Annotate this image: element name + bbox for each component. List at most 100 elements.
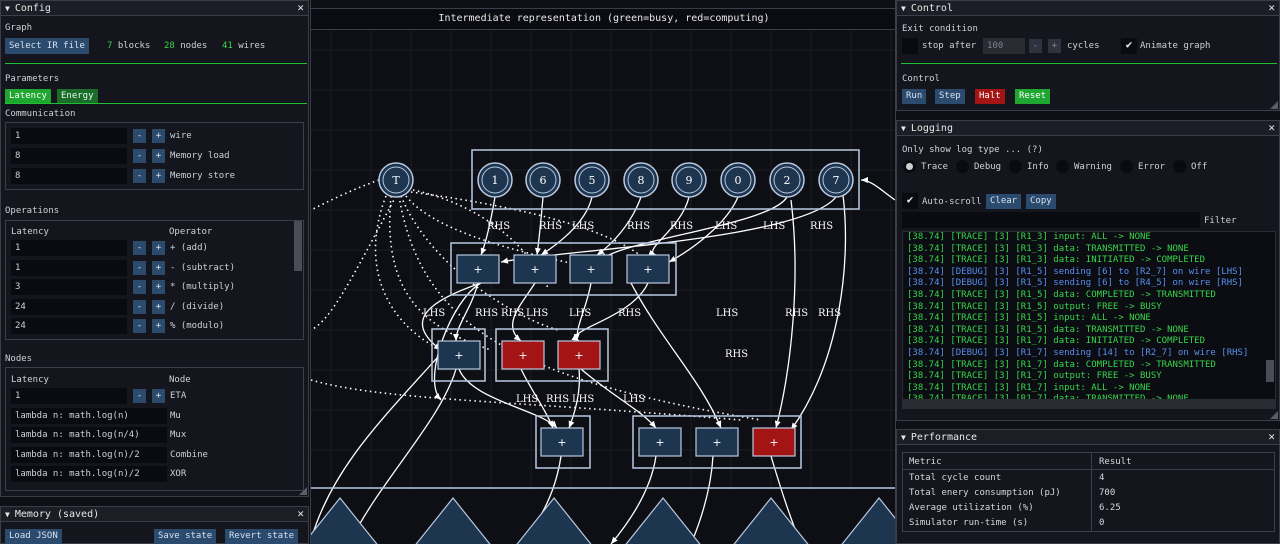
halt-button[interactable]: Halt	[975, 89, 1005, 104]
input-node-2[interactable]: 2	[769, 162, 805, 198]
logging-titlebar[interactable]: ▼ Logging ✕	[897, 121, 1279, 136]
node-latency-input[interactable]: lambda n: math.log(n/4)	[11, 427, 167, 444]
operation-latency-input[interactable]: 1	[11, 240, 127, 256]
close-icon[interactable]: ✕	[1268, 1, 1275, 14]
minus-button[interactable]: -	[133, 319, 146, 334]
filter-input[interactable]	[902, 212, 1200, 228]
operator-node-computing[interactable]: +	[557, 340, 601, 370]
operation-latency-input[interactable]: 1	[11, 259, 127, 276]
stop-after-checkbox[interactable]	[902, 38, 918, 54]
output-node[interactable]	[623, 497, 703, 544]
load-json-button[interactable]: Load JSON	[5, 529, 62, 544]
operation-latency-input[interactable]: 3	[11, 279, 127, 296]
resize-grip[interactable]	[299, 487, 307, 495]
operator-node[interactable]: +	[437, 340, 481, 370]
plus-button[interactable]: +	[152, 241, 165, 255]
collapse-triangle-icon[interactable]: ▼	[5, 510, 10, 519]
operator-node[interactable]: +	[540, 427, 584, 457]
close-icon[interactable]: ✕	[297, 1, 304, 14]
ops-scrollbar[interactable]	[294, 221, 302, 271]
log-type-radio-warning[interactable]	[1056, 160, 1069, 173]
log-type-radio-trace[interactable]	[903, 160, 916, 173]
cycles-minus-button[interactable]: -	[1029, 39, 1042, 53]
resize-grip[interactable]	[1270, 411, 1278, 419]
minus-button[interactable]: -	[133, 299, 146, 314]
operator-node[interactable]: +	[638, 427, 682, 457]
output-node[interactable]	[839, 497, 896, 544]
node-latency-input[interactable]: lambda n: math.log(n)/2	[11, 466, 167, 483]
operator-node[interactable]: +	[569, 254, 613, 284]
plus-button[interactable]: +	[152, 169, 165, 183]
plus-button[interactable]: +	[152, 280, 165, 295]
minus-button[interactable]: -	[133, 260, 146, 275]
log-type-radio-info[interactable]	[1009, 160, 1022, 173]
input-node-1[interactable]: 1	[477, 162, 513, 198]
input-node-5[interactable]: 5	[574, 162, 610, 198]
config-titlebar[interactable]: ▼ Config ✕	[1, 1, 308, 16]
input-node-6[interactable]: 6	[525, 162, 561, 198]
animate-graph-checkbox[interactable]: ✔	[1121, 38, 1137, 54]
minus-button[interactable]: -	[133, 280, 146, 295]
run-button[interactable]: Run	[902, 89, 927, 104]
node-latency-input[interactable]: 1	[11, 388, 127, 404]
autoscroll-checkbox[interactable]: ✔	[902, 193, 918, 209]
output-node[interactable]	[731, 497, 811, 544]
operator-node[interactable]: +	[513, 254, 557, 284]
node-latency-input[interactable]: lambda n: math.log(n)/2	[11, 446, 167, 463]
operator-node-computing[interactable]: +	[501, 340, 545, 370]
operator-node[interactable]: +	[456, 254, 500, 284]
performance-titlebar[interactable]: ▼ Performance ✕	[897, 430, 1279, 445]
output-node[interactable]	[514, 497, 594, 544]
close-icon[interactable]: ✕	[1268, 121, 1275, 134]
communication-value-input[interactable]: 8	[11, 168, 127, 184]
collapse-triangle-icon[interactable]: ▼	[5, 4, 10, 13]
revert-state-button[interactable]: Revert state	[225, 529, 299, 544]
step-button[interactable]: Step	[935, 89, 965, 104]
collapse-triangle-icon[interactable]: ▼	[901, 433, 906, 442]
plus-button[interactable]: +	[152, 299, 165, 314]
collapse-triangle-icon[interactable]: ▼	[901, 124, 906, 133]
close-icon[interactable]: ✕	[297, 507, 304, 520]
memory-titlebar[interactable]: ▼ Memory (saved) ✕	[1, 507, 308, 522]
output-node[interactable]	[311, 497, 380, 544]
minus-button[interactable]: -	[133, 389, 146, 403]
ir-graph[interactable]: T 1 6 5 8 9 0 2 7+ + + ++ + ++ + + + RHS RHS LHS RHS RHS LHS L…	[311, 0, 896, 544]
node-latency-input[interactable]: lambda n: math.log(n)	[11, 407, 167, 424]
operation-latency-input[interactable]: 24	[11, 318, 127, 335]
plus-button[interactable]: +	[152, 319, 165, 334]
input-node-T[interactable]: T	[378, 162, 414, 198]
input-node-8[interactable]: 8	[623, 162, 659, 198]
operator-node[interactable]: +	[695, 427, 739, 457]
control-titlebar[interactable]: ▼ Control ✕	[897, 1, 1279, 16]
minus-button[interactable]: -	[133, 149, 146, 163]
operator-node[interactable]: +	[626, 254, 670, 284]
plus-button[interactable]: +	[152, 389, 165, 403]
input-node-9[interactable]: 9	[671, 162, 707, 198]
log-output[interactable]: [38.74] [TRACE] [3] [R1_3] input: ALL ->…	[902, 231, 1276, 409]
log-type-radio-error[interactable]	[1120, 160, 1133, 173]
graph-canvas[interactable]: Intermediate representation (green=busy,…	[310, 0, 896, 544]
operator-node-computing[interactable]: +	[752, 427, 796, 457]
minus-button[interactable]: -	[133, 129, 146, 143]
minus-button[interactable]: -	[133, 241, 146, 255]
operation-latency-input[interactable]: 24	[11, 298, 127, 315]
input-node-0[interactable]: 0	[720, 162, 756, 198]
log-type-radio-debug[interactable]	[956, 160, 969, 173]
log-scrollbar[interactable]	[1266, 360, 1274, 382]
cycles-input[interactable]: 100	[983, 38, 1025, 54]
select-ir-file-button[interactable]: Select IR file	[5, 38, 89, 54]
log-hscrollbar[interactable]	[903, 399, 1275, 408]
copy-log-button[interactable]: Copy	[1026, 194, 1056, 209]
tab-energy[interactable]: Energy	[57, 89, 98, 103]
communication-value-input[interactable]: 8	[11, 148, 127, 164]
log-type-radio-off[interactable]	[1173, 160, 1186, 173]
reset-button[interactable]: Reset	[1015, 89, 1051, 104]
save-state-button[interactable]: Save state	[154, 529, 217, 544]
communication-value-input[interactable]: 1	[11, 128, 127, 144]
close-icon[interactable]: ✕	[1268, 430, 1275, 443]
tab-latency[interactable]: Latency	[5, 89, 51, 103]
collapse-triangle-icon[interactable]: ▼	[901, 4, 906, 13]
resize-grip[interactable]	[1270, 101, 1278, 109]
plus-button[interactable]: +	[152, 260, 165, 275]
clear-log-button[interactable]: Clear	[986, 194, 1022, 209]
